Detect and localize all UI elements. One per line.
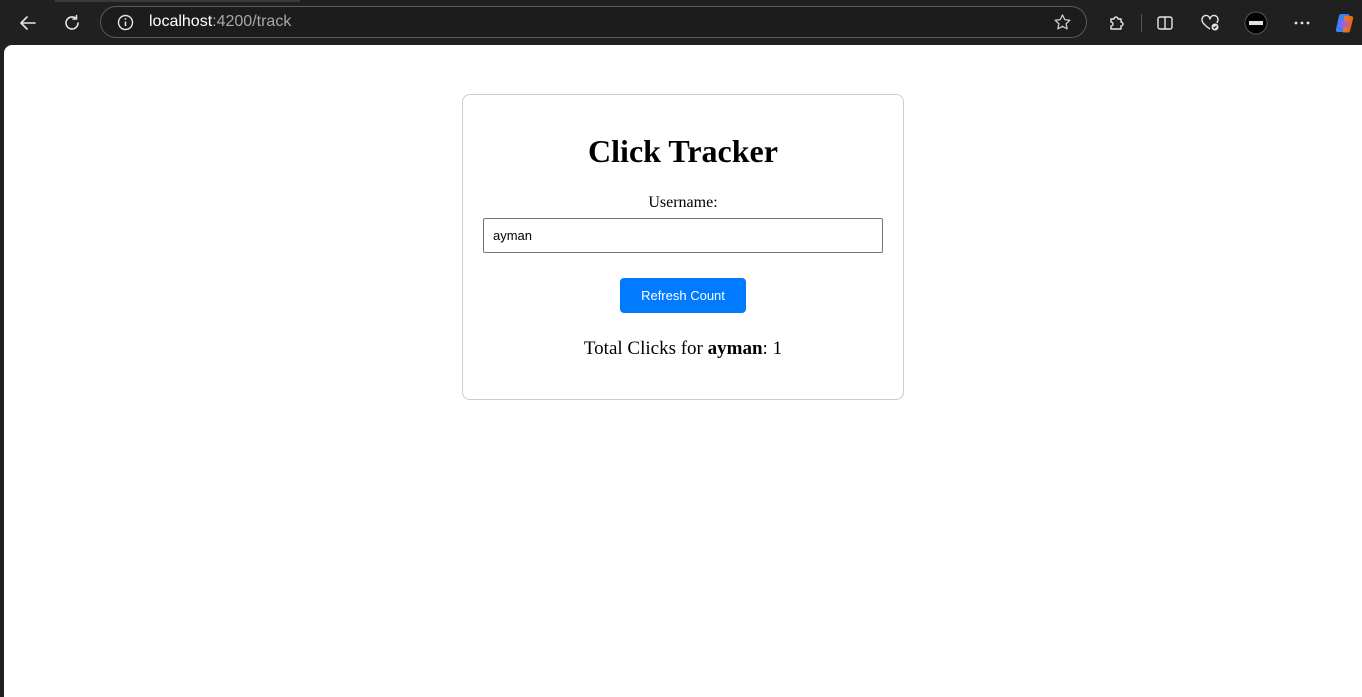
refresh-count-button[interactable]: Refresh Count xyxy=(620,278,746,313)
click-tracker-card: Click Tracker Username: Refresh Count To… xyxy=(462,94,904,400)
health-button[interactable] xyxy=(1195,8,1225,38)
page-viewport: Click Tracker Username: Refresh Count To… xyxy=(4,45,1362,697)
reload-button[interactable] xyxy=(57,8,87,38)
total-clicks-text: Total Clicks for ayman: 1 xyxy=(463,338,903,360)
username-label: Username: xyxy=(648,194,718,211)
url-path: :4200/track xyxy=(212,13,292,30)
address-bar[interactable]: localhost:4200/track xyxy=(100,6,1087,38)
extensions-icon xyxy=(1110,16,1124,30)
result-username: ayman xyxy=(707,338,763,359)
split-screen-button[interactable] xyxy=(1150,8,1180,38)
health-icon xyxy=(1201,14,1219,31)
result-count: 1 xyxy=(772,338,783,359)
result-separator: : xyxy=(762,338,773,359)
split-screen-icon xyxy=(1157,16,1173,30)
result-prefix: Total Clicks for xyxy=(583,338,708,359)
more-icon xyxy=(1294,21,1310,25)
info-icon[interactable] xyxy=(117,14,134,31)
tab-strip xyxy=(55,0,300,2)
page-title: Click Tracker xyxy=(588,133,778,169)
browser-toolbar: localhost:4200/track xyxy=(0,0,1362,45)
profile-button[interactable] xyxy=(1241,8,1271,38)
copilot-button[interactable] xyxy=(1329,8,1359,38)
toolbar-divider xyxy=(1141,14,1142,32)
reload-icon xyxy=(65,14,79,30)
back-button[interactable] xyxy=(13,8,43,38)
more-button[interactable] xyxy=(1287,8,1317,38)
star-icon[interactable] xyxy=(1053,13,1072,32)
url-text[interactable]: localhost:4200/track xyxy=(149,13,291,31)
username-input[interactable] xyxy=(483,218,883,253)
copilot-icon xyxy=(1335,14,1354,33)
url-host: localhost xyxy=(149,13,213,30)
extensions-button[interactable] xyxy=(1102,8,1132,38)
profile-icon xyxy=(1244,11,1268,35)
back-arrow-icon xyxy=(20,16,36,30)
